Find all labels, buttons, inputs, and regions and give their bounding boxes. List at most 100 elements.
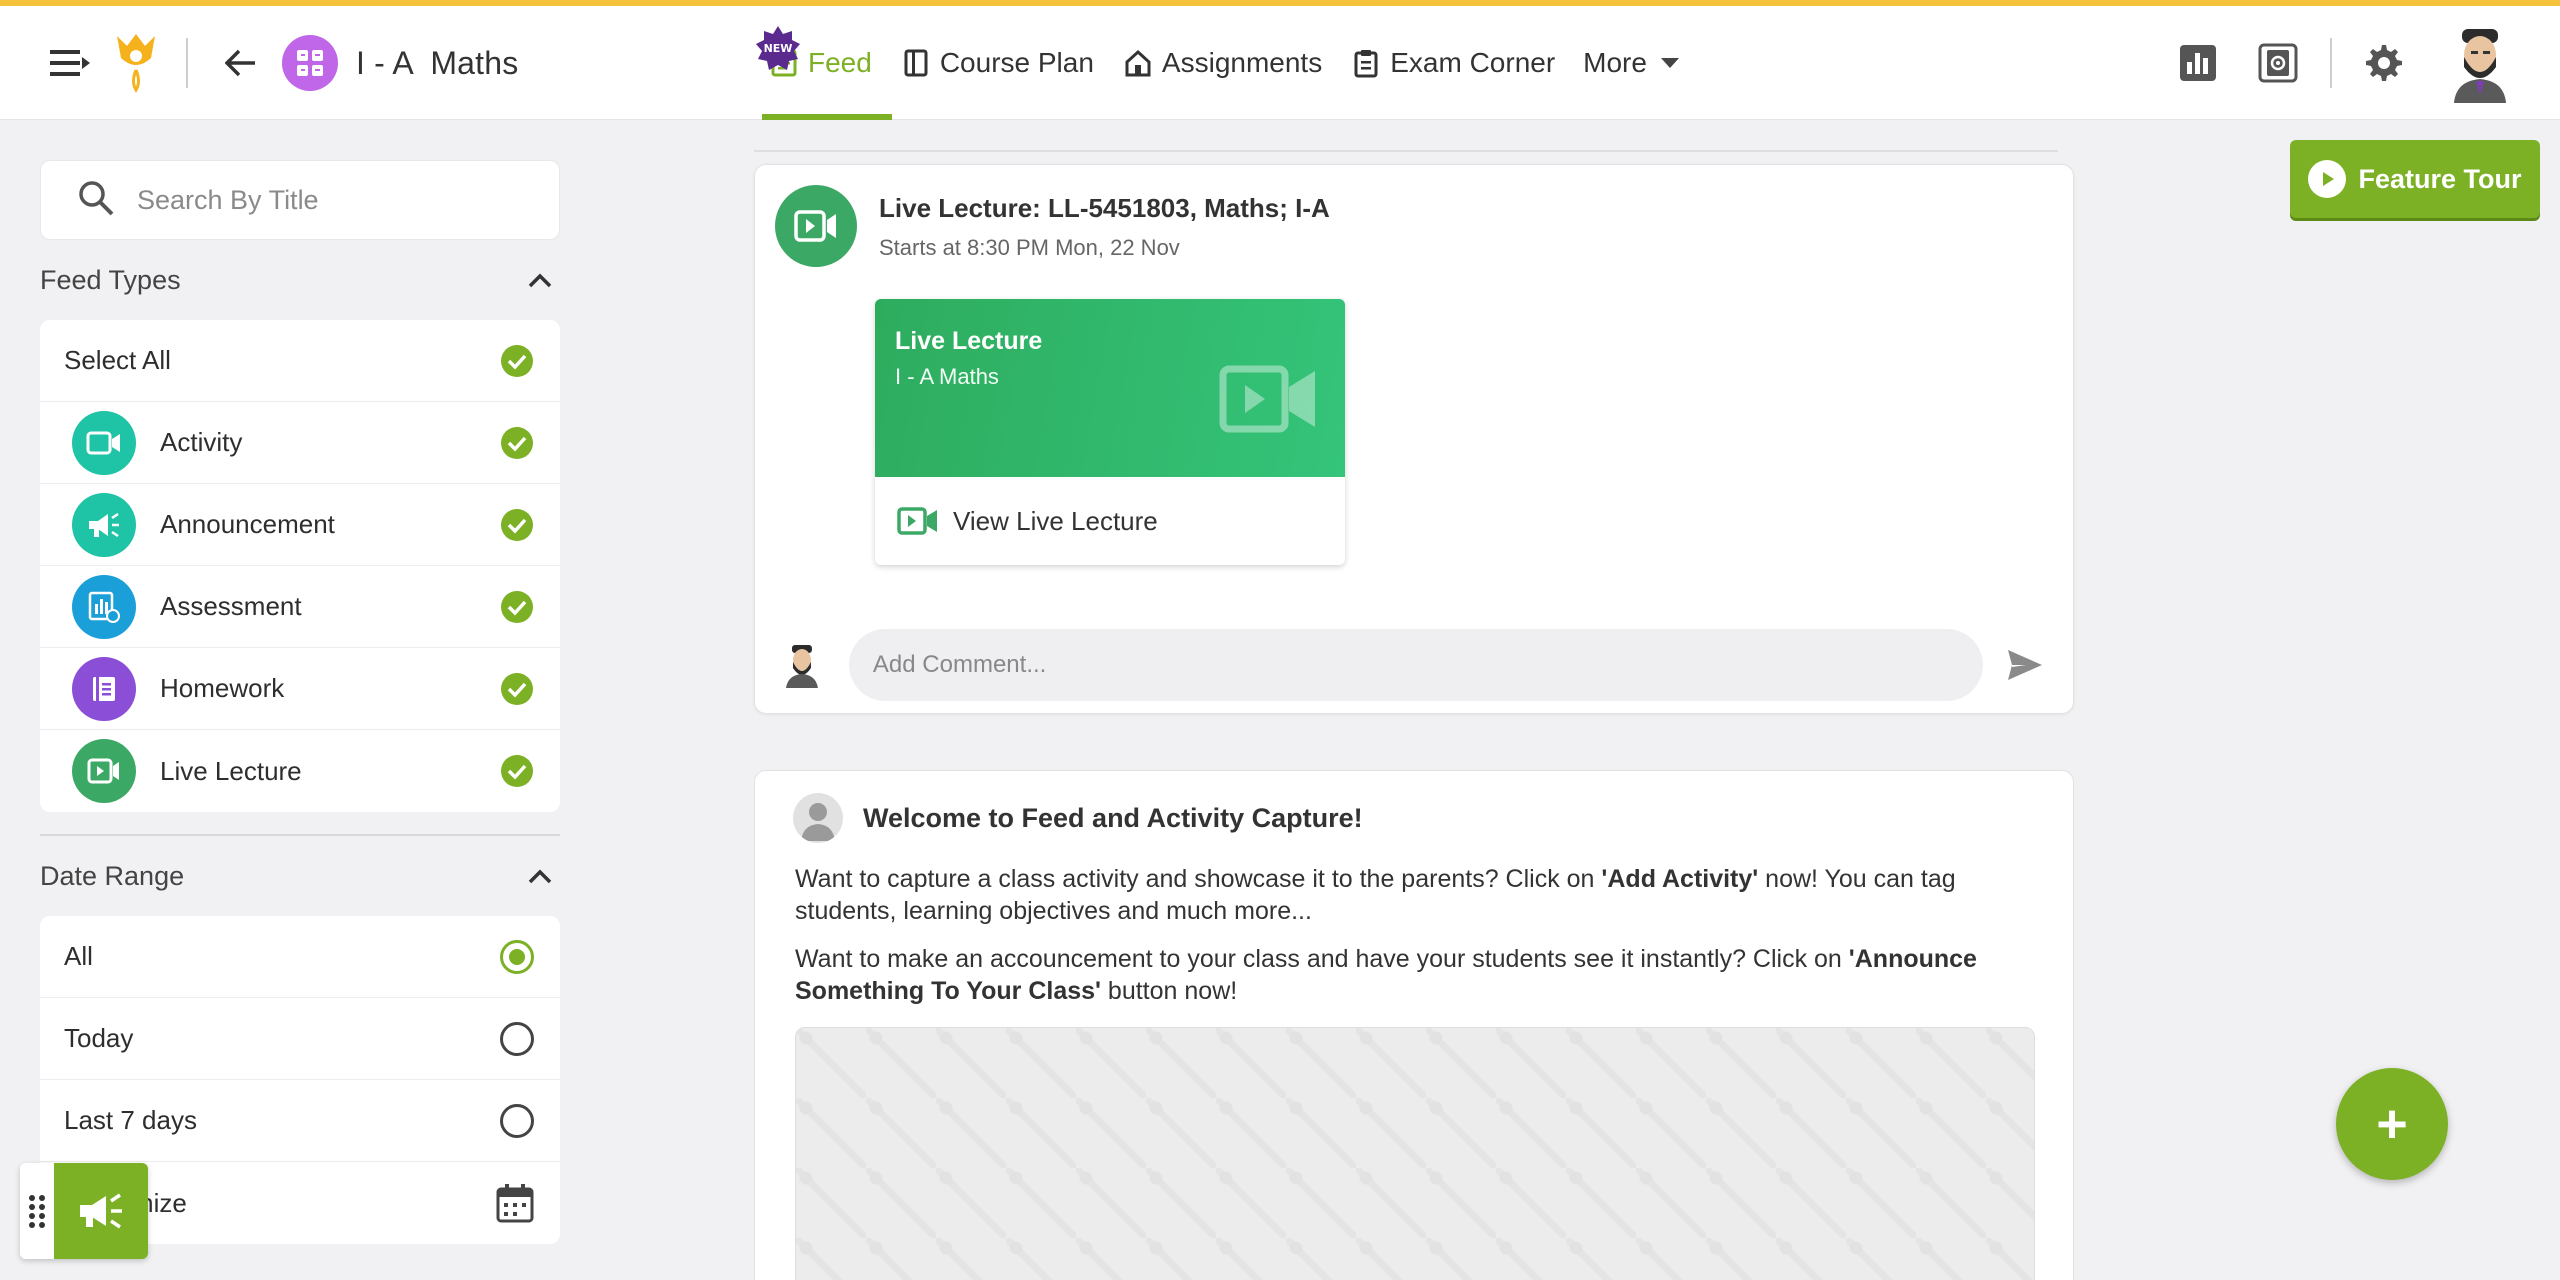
date-range-title: Date Range [40, 860, 185, 891]
user-avatar[interactable] [2440, 23, 2520, 103]
brand-logo-icon [106, 28, 166, 98]
date-range-header[interactable]: Date Range [40, 836, 560, 916]
welcome-paragraph-1: Want to capture a class activity and sho… [795, 865, 1956, 925]
check-circle-icon[interactable] [500, 508, 534, 542]
search-box [40, 160, 560, 240]
select-all-label: Select All [64, 345, 171, 375]
radio-selected[interactable] [500, 939, 534, 974]
book-icon [900, 47, 932, 79]
comment-row [779, 629, 2049, 701]
date-range-label: Today [64, 1023, 134, 1053]
home-icon [1122, 47, 1154, 79]
tab-course-plan-label: Course Plan [939, 47, 1094, 78]
select-all-row[interactable]: Select All [40, 320, 560, 402]
tab-more[interactable]: More [1575, 6, 1699, 120]
tab-assignments-label: Assignments [1161, 47, 1323, 78]
welcome-illustration-image [795, 1027, 2035, 1280]
sidebar: Feed Types Select All Activity Annou [40, 160, 560, 1244]
gear-icon[interactable] [2356, 35, 2412, 91]
feed-types-title: Feed Types [40, 264, 181, 295]
tab-exam-corner-label: Exam Corner [1390, 47, 1556, 78]
clipboard-icon [1350, 47, 1382, 79]
menu-icon[interactable] [40, 33, 100, 93]
check-circle-icon[interactable] [500, 672, 534, 706]
live-lecture-post: Live Lecture: LL-5451803, Maths; I-A Sta… [754, 164, 2074, 714]
megaphone-icon [72, 492, 136, 557]
assessment-chart-icon [72, 574, 136, 639]
feed-type-homework[interactable]: Homework [40, 648, 560, 730]
feed-type-activity[interactable]: Activity [40, 402, 560, 484]
welcome-title: Welcome to Feed and Activity Capture! [863, 803, 1363, 833]
tab-feed-label: Feed [808, 47, 872, 78]
new-badge-icon: NEW [756, 26, 800, 70]
post-subtitle: Starts at 8:30 PM Mon, 22 Nov [879, 235, 1180, 260]
date-range-today[interactable]: Today [40, 998, 560, 1080]
floating-announce-widget[interactable] [20, 1163, 148, 1259]
default-avatar-icon [793, 793, 843, 843]
date-range-label: All [64, 941, 93, 971]
feed-type-assessment[interactable]: Assessment [40, 566, 560, 648]
check-circle-icon[interactable] [500, 344, 534, 378]
date-range-all[interactable]: All [40, 916, 560, 998]
feed-type-label: Assessment [160, 591, 302, 621]
radio-unselected[interactable] [500, 1021, 534, 1056]
feed-type-live-lecture[interactable]: Live Lecture [40, 730, 560, 812]
chevron-up-icon[interactable] [520, 856, 560, 896]
add-post-button[interactable]: + [2336, 1068, 2448, 1180]
lecture-card-title: Live Lecture [895, 327, 1043, 355]
date-range-label: Last 7 days [64, 1105, 197, 1135]
feature-tour-button[interactable]: Feature Tour [2290, 140, 2540, 218]
live-video-icon [897, 507, 937, 535]
feed-type-label: Homework [160, 673, 285, 703]
header-divider [186, 38, 188, 88]
search-icon [77, 179, 115, 222]
class-title: I - A Maths [356, 44, 519, 81]
search-input[interactable] [137, 184, 517, 216]
tab-course-plan[interactable]: Course Plan [892, 6, 1114, 120]
feed-type-announcement[interactable]: Announcement [40, 484, 560, 566]
feature-tour-label: Feature Tour [2358, 163, 2522, 194]
gradebook-icon[interactable] [2250, 35, 2306, 91]
tab-more-label: More [1583, 47, 1647, 78]
tab-feed[interactable]: NEW Feed [756, 6, 892, 120]
main-nav: NEW Feed Course Plan Assignments Exam Co… [756, 6, 1699, 120]
feed-types-header[interactable]: Feed Types [40, 240, 560, 320]
date-range-last-7-days[interactable]: Last 7 days [40, 1080, 560, 1162]
view-live-lecture-button[interactable]: View Live Lecture [875, 477, 1345, 565]
reports-chart-icon[interactable] [2170, 35, 2226, 91]
tab-exam-corner[interactable]: Exam Corner [1342, 6, 1575, 120]
drag-handle-icon[interactable] [20, 1163, 54, 1259]
header-divider-right [2330, 38, 2332, 88]
plus-icon: + [2376, 1094, 2408, 1154]
comment-input[interactable] [848, 629, 1984, 701]
lecture-card-banner: Live Lecture I - A Maths [875, 299, 1345, 477]
feed-main: Live Lecture: LL-5451803, Maths; I-A Sta… [754, 120, 2074, 1280]
post-title: Live Lecture: LL-5451803, Maths; I-A [879, 193, 1330, 223]
feed-types-card: Select All Activity Announcement Assessm… [40, 320, 560, 812]
live-lecture-card[interactable]: Live Lecture I - A Maths View Live Lectu… [875, 299, 1345, 565]
send-icon[interactable] [2001, 641, 2049, 689]
svg-text:NEW: NEW [764, 42, 793, 55]
radio-unselected[interactable] [500, 1103, 534, 1138]
live-video-icon [72, 739, 136, 803]
chevron-down-icon [1660, 58, 1679, 68]
chevron-up-icon[interactable] [520, 260, 560, 300]
header: I - A Maths NEW Feed Course Plan Assignm… [0, 6, 2560, 120]
view-live-lecture-label: View Live Lecture [953, 505, 1158, 536]
feed-type-label: Live Lecture [160, 755, 302, 786]
calendar-icon[interactable] [496, 1183, 534, 1223]
welcome-post: Welcome to Feed and Activity Capture! Wa… [754, 770, 2074, 1280]
tab-assignments[interactable]: Assignments [1114, 6, 1342, 120]
feed-top-divider [754, 150, 2058, 152]
check-circle-icon[interactable] [500, 426, 534, 460]
welcome-paragraph-2: Want to make an accouncement to your cla… [795, 945, 1977, 1005]
user-avatar [785, 645, 818, 688]
live-video-icon [1219, 365, 1315, 433]
megaphone-icon[interactable] [54, 1163, 148, 1259]
back-arrow-icon[interactable] [214, 36, 268, 90]
check-circle-icon[interactable] [500, 754, 534, 788]
video-camera-icon [72, 410, 136, 475]
notebook-icon [72, 656, 136, 721]
feed-type-label: Activity [160, 427, 243, 457]
check-circle-icon[interactable] [500, 590, 534, 624]
